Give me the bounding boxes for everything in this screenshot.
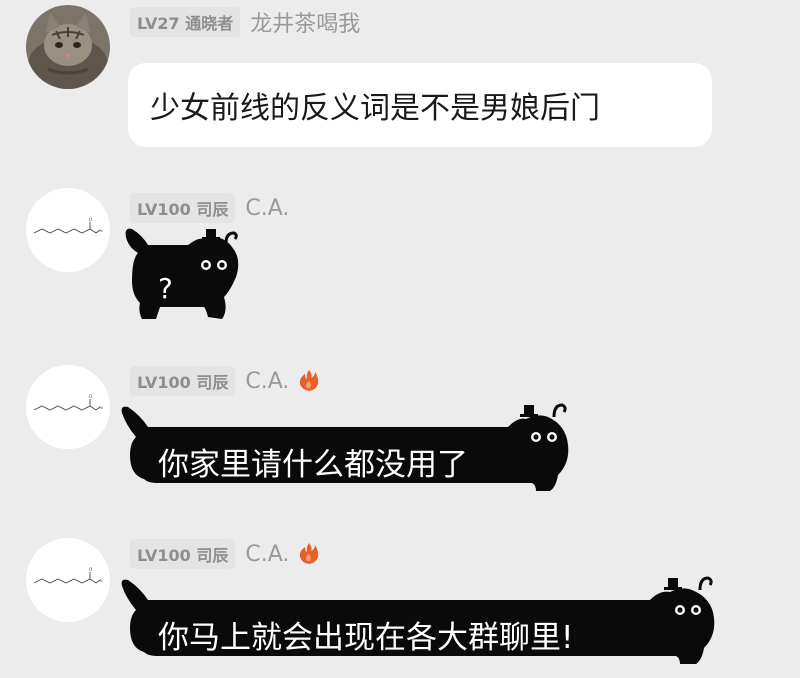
black-cat-sticker[interactable] [118, 225, 244, 325]
chat-message: O N LV100 司辰 C.A. 你家里请什么都没用了 [0, 355, 800, 520]
svg-text:N: N [100, 229, 103, 233]
svg-text:N: N [100, 579, 103, 583]
username[interactable]: 龙井茶喝我 [250, 6, 360, 38]
avatar[interactable]: O N [26, 538, 110, 622]
svg-text:O: O [89, 217, 92, 222]
svg-text:O: O [89, 394, 92, 399]
avatar[interactable]: O N [26, 365, 110, 449]
chat-message: LV27 通晓者 龙井茶喝我 少女前线的反义词是不是男娘后门 [0, 0, 800, 165]
chat-message: O N LV100 司辰 C.A. 你马上就会出现在各大群聊里! [0, 530, 800, 678]
message-bubble[interactable]: 少女前线的反义词是不是男娘后门 [128, 63, 712, 147]
chemical-structure-avatar-icon: O N [26, 188, 110, 272]
username[interactable]: C.A. [245, 542, 289, 567]
level-badge: LV100 司辰 [130, 366, 236, 396]
message-text: 少女前线的反义词是不是男娘后门 [150, 91, 600, 126]
fire-icon [300, 370, 319, 391]
level-badge: LV100 司辰 [130, 539, 236, 569]
level-badge: LV27 通晓者 [130, 7, 241, 37]
level-badge: LV100 司辰 [130, 193, 236, 223]
fire-icon [300, 543, 319, 564]
sticker-text: 你马上就会出现在各大群聊里! [158, 620, 574, 656]
message-meta: LV100 司辰 C.A. [130, 193, 289, 223]
avatar[interactable]: O N [26, 188, 110, 272]
chemical-structure-avatar-icon: O N [26, 538, 110, 622]
username[interactable]: C.A. [245, 196, 289, 221]
message-meta: LV100 司辰 C.A. [130, 366, 319, 396]
svg-text:N: N [100, 406, 103, 410]
message-meta: LV27 通晓者 龙井茶喝我 [130, 6, 360, 38]
message-meta: LV100 司辰 C.A. [130, 539, 319, 569]
sticker-text: 你家里请什么都没用了 [158, 447, 468, 483]
tabby-cat-avatar-icon [26, 5, 110, 89]
avatar[interactable] [26, 5, 110, 89]
username[interactable]: C.A. [245, 369, 289, 394]
chat-message: O N LV100 司辰 C.A. ? [0, 180, 800, 345]
sticker-text: ? [158, 272, 173, 305]
svg-text:O: O [89, 567, 92, 572]
chemical-structure-avatar-icon: O N [26, 365, 110, 449]
